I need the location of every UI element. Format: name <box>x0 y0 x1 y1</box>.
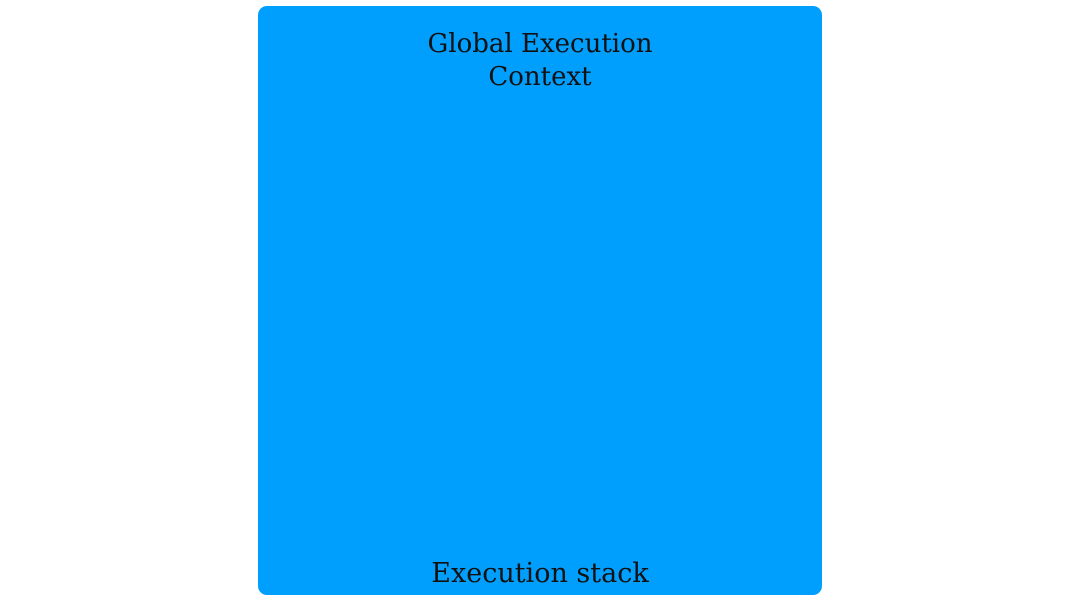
execution-stack-box: Global Execution Context Execution stack <box>258 6 822 595</box>
execution-stack-label: Execution stack <box>431 558 649 589</box>
global-execution-context-title: Global Execution Context <box>258 28 822 94</box>
context-title-line-1: Global Execution <box>427 29 653 59</box>
context-title-line-2: Context <box>488 62 592 92</box>
